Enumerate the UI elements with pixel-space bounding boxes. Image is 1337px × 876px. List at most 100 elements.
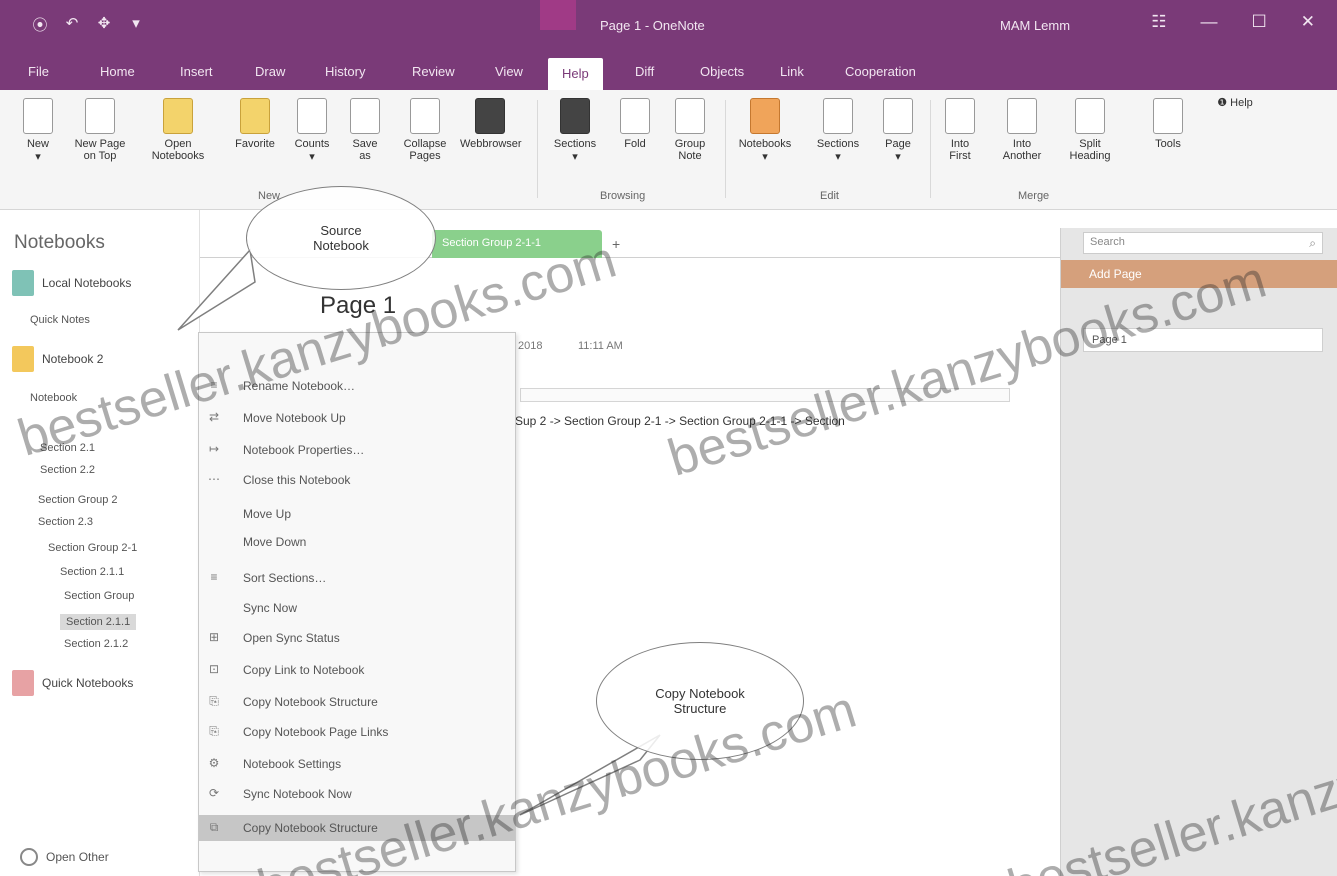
tab-history[interactable]: History xyxy=(325,64,365,79)
add-page-button[interactable]: Add Page xyxy=(1061,260,1337,288)
counts-button[interactable]: Counts ▾ xyxy=(282,98,342,163)
notebook-quick[interactable]: Quick Notebooks xyxy=(12,670,133,696)
title-accent xyxy=(540,0,576,30)
tab-insert[interactable]: Insert xyxy=(180,64,213,79)
tab-diff[interactable]: Diff xyxy=(635,64,654,79)
collapse-pages-button[interactable]: Collapse Pages xyxy=(395,98,455,162)
page-title[interactable]: Page 1 xyxy=(320,292,396,320)
customize-qat-icon[interactable]: ▾ xyxy=(126,14,146,35)
into-another-button[interactable]: Into Another xyxy=(992,98,1052,162)
minimize-icon[interactable]: — xyxy=(1201,12,1218,32)
ribbon: New ▾ New Page on Top Open Notebooks Favori… xyxy=(0,90,1337,210)
add-section-icon[interactable]: + xyxy=(612,236,620,252)
tab-link[interactable]: Link xyxy=(780,64,804,79)
context-menu-item[interactable]: ⎘ Copy Notebook Structure xyxy=(199,689,515,715)
page-list-item[interactable]: Page 1 xyxy=(1083,328,1323,352)
section-item[interactable]: Notebook xyxy=(30,392,77,404)
tools-button[interactable]: Tools xyxy=(1138,98,1198,150)
save-as-button[interactable]: Save as xyxy=(335,98,395,162)
menu-item-label: Copy Link to Notebook xyxy=(243,663,365,677)
group-note-button[interactable]: Group Note xyxy=(660,98,720,162)
tab-file[interactable]: File xyxy=(28,64,49,79)
menu-item-icon xyxy=(207,534,221,548)
context-menu-item[interactable]: ⋯ Close this Notebook xyxy=(199,467,515,493)
open-other-notebooks[interactable]: Open Other xyxy=(20,848,109,866)
fold-button[interactable]: Fold xyxy=(605,98,665,150)
touch-mode-icon[interactable]: ✥ xyxy=(94,14,114,35)
counts-label: Counts xyxy=(294,138,330,150)
context-menu-item[interactable]: ⎘ Copy Notebook Page Links xyxy=(199,719,515,745)
ribbon-separator xyxy=(725,100,726,198)
context-menu-item[interactable]: ≡ Sort Sections… xyxy=(199,565,515,591)
context-menu-item[interactable]: Move Down xyxy=(199,529,515,555)
undo-icon[interactable]: ↶ xyxy=(62,14,82,35)
context-menu-item[interactable]: ⧉ Copy Notebook Structure xyxy=(199,815,515,841)
tab-home[interactable]: Home xyxy=(100,64,135,79)
tab-help[interactable]: Help xyxy=(548,58,603,92)
context-menu-item[interactable]: ↦ Notebook Properties… xyxy=(199,437,515,463)
section-item[interactable]: Section 2.1 xyxy=(40,442,95,454)
section-item[interactable]: Section 2.2 xyxy=(40,464,95,476)
outline-container[interactable] xyxy=(520,388,1010,402)
new-page-sub: on Top xyxy=(83,150,117,162)
section-item[interactable]: Section 2.1.1 xyxy=(60,614,137,630)
favorite-button[interactable]: Favorite xyxy=(225,98,285,150)
menu-item-icon: ⧉ xyxy=(209,820,219,834)
search-input[interactable]: Search ⌕ xyxy=(1083,232,1323,254)
context-menu-item[interactable]: ⟳ Sync Notebook Now xyxy=(199,781,515,807)
notebook-icon xyxy=(12,670,34,696)
notebook-2[interactable]: Notebook 2 xyxy=(12,346,103,372)
section-group-item[interactable]: Section Group 2 xyxy=(38,494,118,506)
notebooks-button[interactable]: Notebooks ▾ xyxy=(735,98,795,163)
ribbon-separator xyxy=(537,100,538,198)
context-menu-item[interactable]: ≡ Rename Notebook… xyxy=(199,373,515,399)
group-label-edit: Edit xyxy=(820,190,839,202)
section-item[interactable]: Quick Notes xyxy=(30,314,90,326)
edit-sections-button[interactable]: Sections ▾ xyxy=(808,98,868,163)
notebook-name: Quick Notebooks xyxy=(42,676,134,690)
close-icon[interactable]: ✕ xyxy=(1301,12,1315,32)
into-first-button[interactable]: Into First xyxy=(930,98,990,162)
page-button[interactable]: Page ▾ xyxy=(868,98,928,163)
ribbon-display-icon[interactable]: ☷ xyxy=(1151,12,1166,32)
open-other-label: Open Other xyxy=(46,850,109,864)
tab-view[interactable]: View xyxy=(495,64,523,79)
tab-objects[interactable]: Objects xyxy=(700,64,744,79)
menu-item-label: Notebook Properties… xyxy=(243,443,365,457)
context-menu-item[interactable]: ⊞ Open Sync Status xyxy=(199,625,515,651)
new-button[interactable]: New ▾ xyxy=(8,98,68,163)
tab-review[interactable]: Review xyxy=(412,64,455,79)
context-menu-item[interactable]: ⇄ Move Notebook Up xyxy=(199,405,515,431)
context-menu-item[interactable]: Move Up xyxy=(199,501,515,527)
section-group-item[interactable]: Section Group xyxy=(64,590,134,602)
menu-item-label: Rename Notebook… xyxy=(243,379,356,393)
section-item[interactable]: Section 2.1.2 xyxy=(64,638,128,650)
section-item[interactable]: Section 2.1.1 xyxy=(60,566,124,578)
page-content-text[interactable]: Sup 2 -> Section Group 2-1 -> Section Gr… xyxy=(515,414,845,428)
user-name[interactable]: MAM Lemm xyxy=(1000,18,1070,33)
section-item[interactable]: Section 2.3 xyxy=(38,516,93,528)
context-menu-item[interactable]: Sync Now xyxy=(199,595,515,621)
search-icon[interactable]: ⌕ xyxy=(1309,236,1316,251)
fold-icon xyxy=(620,98,650,134)
help-button[interactable]: ❶ Help xyxy=(1195,96,1275,109)
maximize-icon[interactable]: ☐ xyxy=(1252,12,1267,32)
split-sub: Heading xyxy=(1069,150,1111,162)
split-heading-button[interactable]: Split Heading xyxy=(1060,98,1120,162)
context-menu-item[interactable]: ⊡ Copy Link to Notebook xyxy=(199,657,515,683)
webbrowser-button[interactable]: Webbrowser xyxy=(460,98,522,150)
tab-draw[interactable]: Draw xyxy=(255,64,285,79)
section-group-item[interactable]: Section Group 2-1 xyxy=(48,542,137,554)
tab-cooperation[interactable]: Cooperation xyxy=(845,64,916,79)
notebook-local[interactable]: Local Notebooks xyxy=(12,270,131,296)
open-notebooks-button[interactable]: Open Notebooks xyxy=(148,98,208,162)
sections-button[interactable]: Sections ▾ xyxy=(545,98,605,163)
menu-item-label: Sync Notebook Now xyxy=(243,787,352,801)
notebook-icon xyxy=(12,346,34,372)
context-menu-item[interactable]: ⚙ Notebook Settings xyxy=(199,751,515,777)
back-icon[interactable]: ⦿ xyxy=(30,14,50,35)
group-label-browsing: Browsing xyxy=(600,190,646,202)
sections-label: Sections xyxy=(553,138,597,150)
new-page-on-top-button[interactable]: New Page on Top xyxy=(70,98,130,162)
section-tab-active[interactable]: Section Group 2-1-1 xyxy=(432,230,602,258)
